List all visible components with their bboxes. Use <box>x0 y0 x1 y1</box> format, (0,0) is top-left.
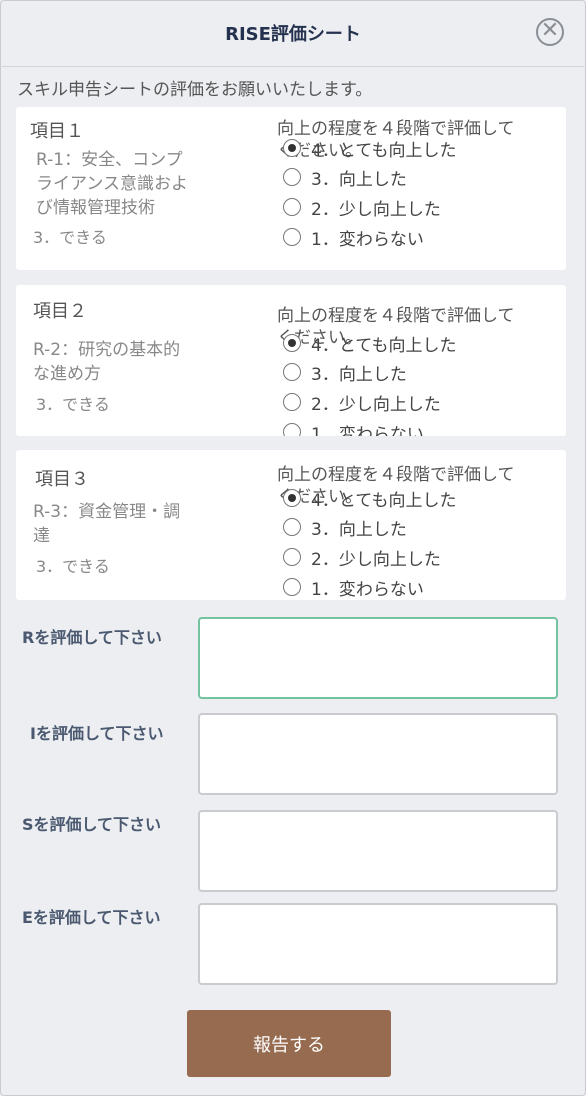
option-1[interactable]: 1．変わらない <box>283 226 424 250</box>
instruction-text: スキル申告シートの評価をお願いいたします。 <box>17 80 373 100</box>
option-label: 1．変わらない <box>311 229 424 250</box>
modal-header: RISE評価シート ✕ <box>0 0 586 67</box>
item-title: 項目３ <box>35 469 89 490</box>
option-1[interactable]: 1．変わらない <box>283 421 424 436</box>
item-level: 3．できる <box>36 395 110 414</box>
option-label: 1．変わらない <box>311 579 424 600</box>
radio-icon[interactable] <box>283 228 301 246</box>
radio-selected-icon[interactable] <box>283 334 301 352</box>
option-4[interactable]: 4．とても向上した <box>283 487 457 511</box>
radio-icon[interactable] <box>283 198 301 216</box>
radio-icon[interactable] <box>283 423 301 436</box>
option-2[interactable]: 2．少し向上した <box>283 391 441 415</box>
i-evaluation-label: Iを評価して下さい <box>30 724 164 743</box>
option-3[interactable]: 3．向上した <box>283 516 407 540</box>
radio-icon[interactable] <box>283 548 301 566</box>
item-level: 3．できる <box>36 557 110 576</box>
option-2[interactable]: 2．少し向上した <box>283 546 441 570</box>
option-3[interactable]: 3．向上した <box>283 361 407 385</box>
item-description: R-2：研究の基本的な進め方 <box>33 340 181 384</box>
option-label: 2．少し向上した <box>311 199 441 220</box>
radio-selected-icon[interactable] <box>283 489 301 507</box>
e-evaluation-field[interactable] <box>198 903 558 985</box>
option-label: 4．とても向上した <box>311 335 457 356</box>
option-3[interactable]: 3．向上した <box>283 166 407 190</box>
radio-icon[interactable] <box>283 363 301 381</box>
radio-icon[interactable] <box>283 578 301 596</box>
radio-icon[interactable] <box>283 518 301 536</box>
evaluation-card-2: 項目２ R-2：研究の基本的な進め方 3．できる 向上の程度を４段階で評価してく… <box>16 285 566 436</box>
page-title: RISE評価シート <box>225 24 361 45</box>
close-icon: ✕ <box>540 18 560 43</box>
option-label: 4．とても向上した <box>311 490 457 511</box>
r-evaluation-label: Rを評価して下さい <box>22 628 162 647</box>
option-label: 3．向上した <box>311 519 407 540</box>
option-4[interactable]: 4．とても向上した <box>283 137 457 161</box>
option-label: 2．少し向上した <box>311 394 441 415</box>
submit-button[interactable]: 報告する <box>187 1010 391 1077</box>
option-label: 3．向上した <box>311 169 407 190</box>
close-button[interactable]: ✕ <box>536 18 564 46</box>
option-2[interactable]: 2．少し向上した <box>283 196 441 220</box>
option-label: 1．変わらない <box>311 424 424 437</box>
item-title: 項目１ <box>30 121 84 142</box>
option-4[interactable]: 4．とても向上した <box>283 332 457 356</box>
s-evaluation-label: Sを評価して下さい <box>22 815 162 834</box>
r-evaluation-field[interactable] <box>198 617 558 699</box>
evaluation-card-3: 項目３ R-3：資金管理・調達 3．できる 向上の程度を４段階で評価してください… <box>16 450 566 600</box>
item-description: R-3：資金管理・調達 <box>33 502 181 546</box>
evaluation-card-1: 項目１ R-1：安全、コンプライアンス意識および情報管理技術 3．できる 向上の… <box>16 107 566 270</box>
radio-selected-icon[interactable] <box>283 139 301 157</box>
item-level: 3．できる <box>33 228 107 247</box>
s-evaluation-field[interactable] <box>198 810 558 892</box>
e-evaluation-label: Eを評価して下さい <box>22 908 161 927</box>
option-1[interactable]: 1．変わらない <box>283 576 424 600</box>
item-description: R-1：安全、コンプライアンス意識および情報管理技術 <box>36 150 188 218</box>
option-label: 2．少し向上した <box>311 549 441 570</box>
radio-icon[interactable] <box>283 168 301 186</box>
option-label: 3．向上した <box>311 364 407 385</box>
option-label: 4．とても向上した <box>311 140 457 161</box>
i-evaluation-field[interactable] <box>198 713 558 795</box>
item-title: 項目２ <box>33 301 87 322</box>
radio-icon[interactable] <box>283 393 301 411</box>
